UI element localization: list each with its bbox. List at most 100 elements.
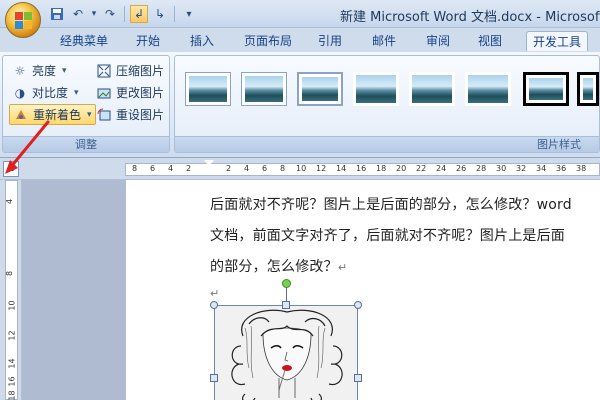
picture-style-thumb[interactable] bbox=[465, 72, 511, 106]
document-area[interactable]: 后面就对不齐呢？图片上是后面的部分，怎么修改？word 文档，前面文字对齐了，后… bbox=[22, 180, 600, 400]
compress-icon bbox=[96, 63, 112, 79]
ruler-number: 18 bbox=[376, 164, 387, 173]
contrast-button[interactable]: ◑ 对比度 bbox=[9, 82, 82, 103]
ruler-number: 38 bbox=[576, 164, 587, 173]
ruler-number: 14 bbox=[336, 164, 347, 173]
recolor-button[interactable]: 重新着色 bbox=[9, 104, 96, 125]
document-line-2[interactable]: 文档，前面文字对齐了，后面就对不齐呢？图片上是后面 bbox=[210, 225, 565, 245]
customize-qat-icon[interactable]: ▾ bbox=[180, 5, 198, 23]
reset-picture-label: 重设图片 bbox=[116, 108, 165, 122]
tab-selector-button[interactable]: L bbox=[3, 161, 19, 177]
ruler-number: 16 bbox=[7, 376, 17, 387]
paragraph-mark: ↵ bbox=[337, 261, 348, 274]
ruler-number: 16 bbox=[356, 164, 367, 173]
tab-page-layout[interactable]: 页面布局 bbox=[238, 31, 298, 51]
inserted-picture[interactable] bbox=[214, 305, 358, 400]
change-picture-button[interactable]: 更改图片 bbox=[93, 82, 167, 103]
document-line-1[interactable]: 后面就对不齐呢？图片上是后面的部分，怎么修改？word bbox=[210, 194, 572, 214]
brightness-icon: ☼ bbox=[14, 63, 26, 78]
brightness-label: 亮度 bbox=[32, 64, 57, 78]
quick-access-toolbar: ↶ ▾ ↷ ↲ ↳ ▾ bbox=[48, 4, 198, 24]
reset-picture-icon bbox=[96, 107, 112, 123]
picture-styles-group: 图片样式 bbox=[174, 55, 600, 153]
picture-style-thumb[interactable] bbox=[297, 72, 343, 106]
tab-mailings[interactable]: 邮件 bbox=[366, 31, 402, 51]
resize-handle[interactable] bbox=[210, 301, 218, 309]
picture-style-thumb[interactable] bbox=[577, 72, 599, 106]
ruler-number: 2 bbox=[226, 164, 232, 173]
paragraph-rtl-icon[interactable]: ↳ bbox=[151, 5, 169, 23]
tab-review[interactable]: 审阅 bbox=[420, 31, 456, 51]
picture-styles-label: 图片样式 bbox=[175, 136, 599, 152]
office-button[interactable] bbox=[5, 2, 41, 38]
recolor-icon bbox=[13, 107, 29, 123]
contrast-icon: ◑ bbox=[14, 85, 26, 100]
ruler-number: 8 bbox=[280, 164, 286, 173]
office-logo-icon bbox=[15, 12, 33, 30]
picture-style-thumb[interactable] bbox=[185, 72, 231, 106]
return-mark: ↵ bbox=[210, 287, 220, 300]
adjust-group-label: 调整 bbox=[3, 136, 169, 152]
ruler-number: 4 bbox=[244, 164, 250, 173]
ruler-number: 32 bbox=[516, 164, 527, 173]
ribbon: ☼ 亮度 ◑ 对比度 重新着色 压缩图片 更改图片 bbox=[0, 52, 600, 158]
reset-picture-button[interactable]: 重设图片 bbox=[93, 104, 167, 125]
tab-home[interactable]: 开始 bbox=[130, 31, 166, 51]
qat-separator bbox=[124, 6, 125, 22]
ruler-number: 20 bbox=[396, 164, 407, 173]
ruler-number: 8 bbox=[5, 270, 15, 277]
ruler-number: 22 bbox=[416, 164, 427, 173]
document-line-3-text: 的部分，怎么修改？ bbox=[210, 259, 338, 275]
picture-style-thumb[interactable] bbox=[241, 72, 287, 106]
vertical-ruler[interactable]: 4 8 10 12 14 16 18 bbox=[0, 180, 22, 400]
tab-view[interactable]: 视图 bbox=[472, 31, 508, 51]
paragraph-ltr-icon[interactable]: ↲ bbox=[130, 5, 148, 23]
ruler-number: 24 bbox=[436, 164, 447, 173]
ruler-number: 14 bbox=[7, 358, 17, 369]
ruler-number: 12 bbox=[316, 164, 327, 173]
indent-marker[interactable] bbox=[204, 160, 214, 176]
ruler-number: 18 bbox=[7, 390, 17, 400]
undo-icon[interactable]: ↶ bbox=[69, 5, 87, 23]
resize-handle[interactable] bbox=[354, 301, 362, 309]
ruler-number: 28 bbox=[476, 164, 487, 173]
save-icon[interactable] bbox=[48, 5, 66, 23]
contrast-label: 对比度 bbox=[32, 86, 69, 100]
ruler-number: 4 bbox=[168, 164, 174, 173]
adjust-group: ☼ 亮度 ◑ 对比度 重新着色 压缩图片 更改图片 bbox=[2, 55, 170, 153]
ruler-number: 12 bbox=[7, 330, 17, 341]
ruler-number: 4 bbox=[5, 198, 15, 205]
brightness-button[interactable]: ☼ 亮度 bbox=[9, 60, 70, 81]
ruler-strip: 8 6 4 2 2 4 6 8 10 12 14 16 18 20 22 24 … bbox=[125, 163, 600, 176]
resize-handle[interactable] bbox=[210, 374, 218, 382]
tab-developer[interactable]: 开发工具 bbox=[526, 31, 589, 51]
change-picture-label: 更改图片 bbox=[116, 86, 165, 100]
redo-icon[interactable]: ↷ bbox=[101, 5, 119, 23]
compress-picture-button[interactable]: 压缩图片 bbox=[93, 60, 167, 81]
document-line-3[interactable]: 的部分，怎么修改？↵ bbox=[210, 256, 347, 276]
window-title: 新建 Microsoft Word 文档.docx - Microsoft W bbox=[340, 10, 600, 25]
ruler-number: 36 bbox=[556, 164, 567, 173]
picture-style-thumb[interactable] bbox=[353, 72, 399, 106]
rotate-handle[interactable] bbox=[282, 279, 291, 288]
picture-styles-gallery bbox=[181, 62, 599, 134]
ruler-number: 2 bbox=[186, 164, 192, 173]
resize-handle[interactable] bbox=[282, 301, 290, 309]
picture-style-thumb[interactable] bbox=[523, 72, 569, 106]
ruler-number: 8 bbox=[132, 164, 138, 173]
resize-handle[interactable] bbox=[354, 374, 362, 382]
ruler-number: 10 bbox=[296, 164, 307, 173]
ruler-number: 26 bbox=[456, 164, 467, 173]
ruler-number: 10 bbox=[7, 300, 17, 311]
tab-classic-menu[interactable]: 经典菜单 bbox=[54, 31, 114, 51]
horizontal-ruler[interactable]: L 8 6 4 2 2 4 6 8 10 12 14 16 18 20 22 2… bbox=[0, 158, 600, 180]
ruler-number: 30 bbox=[496, 164, 507, 173]
picture-style-thumb[interactable] bbox=[409, 72, 455, 106]
undo-dropdown-icon[interactable]: ▾ bbox=[90, 5, 98, 23]
tab-references[interactable]: 引用 bbox=[312, 31, 348, 51]
tab-insert[interactable]: 插入 bbox=[184, 31, 220, 51]
portrait-illustration bbox=[215, 306, 357, 400]
ribbon-tabs: 经典菜单 开始 插入 页面布局 引用 邮件 审阅 视图 开发工具 bbox=[0, 28, 600, 52]
ruler-number: 6 bbox=[150, 164, 156, 173]
document-page[interactable]: 后面就对不齐呢？图片上是后面的部分，怎么修改？word 文档，前面文字对齐了，后… bbox=[126, 180, 600, 400]
